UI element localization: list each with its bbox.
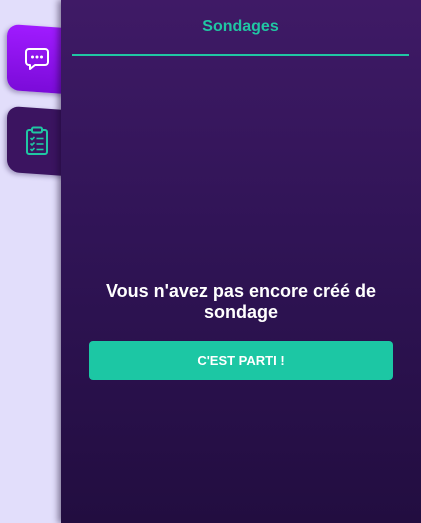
empty-state-message: Vous n'avez pas encore créé de sondage — [105, 281, 377, 322]
app-root: Sondages Vous n'avez pas encore créé de … — [0, 0, 421, 523]
panel-title: Sondages — [202, 18, 279, 35]
polls-tab[interactable] — [7, 105, 67, 177]
start-poll-button[interactable]: C'EST PARTI ! — [89, 341, 393, 380]
chat-tab[interactable] — [7, 23, 67, 95]
panel-header: Sondages — [72, 0, 409, 56]
chat-bubble-icon — [24, 46, 50, 72]
clipboard-checklist-icon — [25, 126, 49, 156]
polls-panel: Sondages Vous n'avez pas encore créé de … — [61, 0, 421, 523]
